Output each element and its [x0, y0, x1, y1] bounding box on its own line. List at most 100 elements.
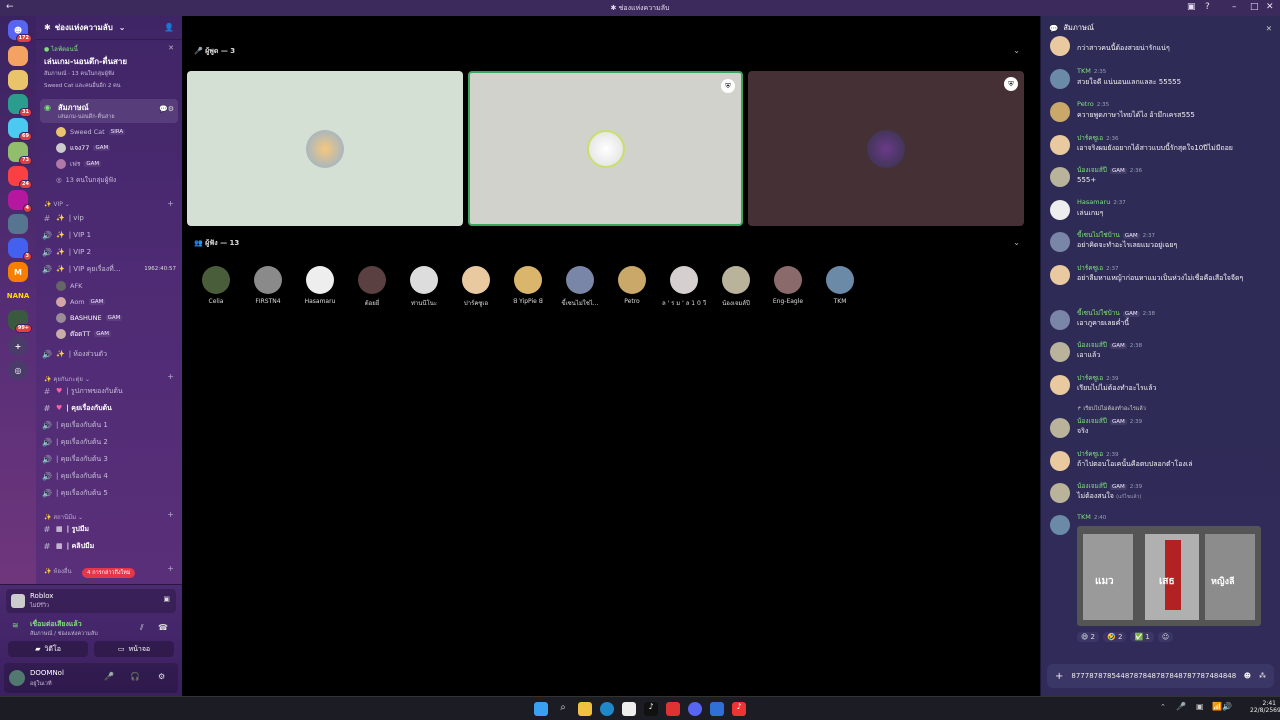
- channel-talk-4[interactable]: 🔊 | คุยเรื่องกับต้น 3: [42, 451, 176, 467]
- speaker-tile[interactable]: ⛨: [748, 71, 1024, 226]
- listener[interactable]: FIRSTN4: [246, 266, 290, 305]
- help-icon[interactable]: ?: [1205, 2, 1210, 12]
- server-icon[interactable]: 73: [8, 142, 32, 165]
- message-author[interactable]: ปาร์คซูเอ 2:36: [1077, 133, 1119, 143]
- avatar[interactable]: [1050, 200, 1070, 220]
- wifi-volume-icon[interactable]: 📶🔊: [1212, 702, 1232, 711]
- avatar[interactable]: [1050, 167, 1070, 187]
- add-server-icon[interactable]: +: [8, 336, 28, 356]
- listener[interactable]: TKM: [818, 266, 862, 305]
- voice-user[interactable]: เฟร GAM: [56, 157, 102, 171]
- activity-card[interactable]: Roblox ไม่มีรีวิว ▣: [6, 589, 176, 613]
- active-stage-channel[interactable]: ◉ สัมภาษณ์ เล่นเกม-นอนดึก-ตื่นสาย 💬⚙: [40, 99, 178, 123]
- reaction[interactable]: 🤣 2: [1103, 632, 1127, 642]
- username[interactable]: DOOMNol: [30, 669, 64, 677]
- activity-options-icon[interactable]: ▣: [163, 595, 170, 603]
- voice-user[interactable]: ต๊อดTT GAM: [56, 327, 111, 341]
- channel-talk-3[interactable]: 🔊 | คุยเรื่องกับต้น 2: [42, 434, 176, 450]
- inbox-icon[interactable]: ▣: [1187, 2, 1196, 12]
- discover-icon[interactable]: ◎: [8, 360, 28, 380]
- message-composer[interactable]: + 8777878785448787848787848787787484848 …: [1047, 664, 1274, 688]
- listener[interactable]: ꓭ YipPie ꓭ: [506, 266, 550, 305]
- message-author[interactable]: ปาร์คซูเอ 2:37: [1077, 263, 1119, 273]
- avatar[interactable]: [1050, 451, 1070, 471]
- voice-connected-label[interactable]: เชื่อมต่อเสียงแล้ว: [30, 619, 82, 630]
- message-author[interactable]: น้องเจมส์ปี GAM 2:39: [1077, 416, 1142, 426]
- avatar[interactable]: [1050, 232, 1070, 252]
- message-author[interactable]: น้องเจมส์ปี GAM 2:39: [1077, 481, 1142, 491]
- listener[interactable]: ปาร์คซูเอ: [454, 266, 498, 308]
- voice-user[interactable]: BASHUNE GAM: [56, 311, 123, 325]
- tray-chevron-icon[interactable]: ⌃: [1160, 703, 1166, 711]
- avatar[interactable]: [1050, 69, 1070, 89]
- message-author[interactable]: TKM 2:35: [1077, 67, 1106, 75]
- listener[interactable]: ต้อยยี่: [350, 266, 394, 308]
- voice-user[interactable]: Aom GAM: [56, 295, 106, 309]
- voice-user[interactable]: Sweed Cat SIRA: [56, 125, 126, 139]
- collapse-chevron-icon[interactable]: ⌄: [1013, 238, 1020, 247]
- invite-icon[interactable]: 👤: [164, 23, 174, 32]
- video-button[interactable]: ▰ วิดีโอ: [8, 641, 88, 657]
- edge-browser-icon[interactable]: [600, 702, 614, 716]
- avatar[interactable]: [1050, 102, 1070, 122]
- channel-vip1[interactable]: 🔊 ✨ | VIP 1: [42, 227, 176, 243]
- message-author[interactable]: น้องเจมส์ปี GAM 2:38: [1077, 340, 1142, 350]
- listener[interactable]: ขี้เซนไม่ใช่ไ...: [558, 266, 602, 308]
- server-icon[interactable]: M: [8, 262, 28, 282]
- server-icon[interactable]: [8, 214, 28, 234]
- tiktok-icon[interactable]: ♪: [644, 702, 658, 716]
- close-chat-icon[interactable]: ✕: [1266, 24, 1272, 33]
- disconnect-icon[interactable]: ☎: [158, 623, 168, 632]
- collapse-chevron-icon[interactable]: ⌄: [1013, 46, 1020, 55]
- channel-talk-1[interactable]: # ♥ | คุยเรื่องกับต้น: [42, 400, 176, 416]
- channel-vip-talk[interactable]: 🔊 ✨ | VIP คุยเรื่องที่... 1962:40:57: [42, 261, 176, 277]
- emoji-icon[interactable]: ☻: [1244, 672, 1251, 680]
- clock[interactable]: 2:41 22/8/2569: [1250, 700, 1280, 714]
- listener-count[interactable]: ◎ 13 คนในกลุ่มผู้ฟัง: [56, 173, 116, 187]
- avatar[interactable]: [1050, 483, 1070, 503]
- message-author[interactable]: ขี้เซนไม่ใช่บ้าน GAM 2:37: [1077, 230, 1155, 240]
- server-icon[interactable]: 31: [8, 94, 32, 117]
- speaker-tile-speaking[interactable]: ⛨: [468, 71, 743, 226]
- avatar[interactable]: [1050, 265, 1070, 285]
- message-author[interactable]: ปาร์คซูเอ 2:39: [1077, 373, 1119, 383]
- message-author[interactable]: ขี้เซนไม่ใช่บ้าน GAM 2:38: [1077, 308, 1155, 318]
- avatar[interactable]: [1050, 310, 1070, 330]
- user-avatar[interactable]: [9, 670, 25, 686]
- add-channel-icon[interactable]: +: [167, 564, 174, 573]
- noise-suppression-icon[interactable]: ⫽: [140, 623, 144, 633]
- discord-icon[interactable]: [688, 702, 702, 716]
- server-icon[interactable]: [8, 70, 28, 90]
- close-window-button[interactable]: ✕: [1266, 2, 1274, 12]
- avatar[interactable]: [1050, 375, 1070, 395]
- speaker-tile[interactable]: [187, 71, 463, 226]
- voice-user[interactable]: แจง77 GAM: [56, 141, 111, 155]
- channel-private[interactable]: 🔊 ✨ | ห้องส่วนตัว: [42, 346, 176, 362]
- listener[interactable]: ล ' ร ม ' ล 1 0 วี: [662, 266, 706, 308]
- attach-plus-icon[interactable]: +: [1055, 671, 1063, 682]
- listener[interactable]: น้องเจมส์ปี: [714, 266, 758, 308]
- microphone-icon[interactable]: 🎤: [104, 672, 114, 681]
- server-icon[interactable]: 99+: [8, 310, 32, 333]
- add-channel-icon[interactable]: +: [167, 372, 174, 381]
- reaction[interactable]: ✅ 1: [1130, 632, 1154, 642]
- message-author[interactable]: Petro 2:35: [1077, 100, 1109, 108]
- maximize-button[interactable]: □: [1250, 2, 1259, 12]
- server-icon[interactable]: 24: [8, 166, 32, 189]
- event-title[interactable]: เล่นเกม-นอนดึก-ตื่นสาย: [44, 55, 127, 68]
- channel-mim-0[interactable]: # ▦ | รูปมีม: [42, 521, 176, 537]
- gif-attachment[interactable]: แมว เสธ หญิงลี: [1077, 526, 1261, 626]
- listener[interactable]: Celia: [194, 266, 238, 305]
- message-author[interactable]: น้องเจมส์ปี GAM 2:36: [1077, 165, 1142, 175]
- server-icon[interactable]: [8, 46, 28, 66]
- voice-user[interactable]: AFK: [56, 279, 82, 293]
- headphones-icon[interactable]: 🎧: [130, 672, 140, 681]
- store-icon[interactable]: [622, 702, 636, 716]
- home-discord-icon[interactable]: ☻ 172: [8, 20, 32, 43]
- add-reaction-icon[interactable]: ☺: [1157, 632, 1174, 642]
- channel-talk-6[interactable]: 🔊 | คุยเรื่องกับต้น 5: [42, 485, 176, 501]
- message-input[interactable]: 8777878785448787848787848787787484848: [1071, 672, 1235, 680]
- search-icon[interactable]: ⌕: [556, 702, 570, 716]
- listener[interactable]: Hasamaru: [298, 266, 342, 305]
- listener[interactable]: ท่านนีโนะ: [402, 266, 446, 308]
